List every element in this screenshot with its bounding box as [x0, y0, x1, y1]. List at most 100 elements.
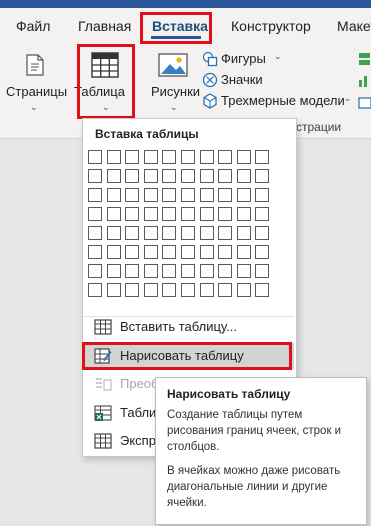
grid-cell[interactable]	[88, 226, 102, 240]
grid-cell[interactable]	[88, 283, 102, 297]
grid-cell[interactable]	[106, 264, 121, 278]
grid-cell[interactable]	[125, 245, 140, 259]
grid-cell[interactable]	[218, 169, 233, 183]
grid-cell[interactable]	[143, 283, 158, 297]
icons-button[interactable]: Значки	[202, 71, 282, 89]
grid-cell[interactable]	[236, 264, 251, 278]
grid-cell[interactable]	[236, 226, 251, 240]
grid-cell[interactable]	[88, 150, 102, 164]
grid-cell[interactable]	[181, 207, 195, 221]
grid-cell[interactable]	[162, 226, 177, 240]
tab-home[interactable]: Главная	[78, 18, 131, 34]
grid-cell[interactable]	[236, 245, 251, 259]
grid-cell[interactable]	[218, 150, 233, 164]
grid-cell[interactable]	[106, 283, 121, 297]
grid-cell[interactable]	[255, 188, 270, 202]
grid-cell[interactable]	[236, 169, 251, 183]
grid-cell[interactable]	[162, 283, 177, 297]
grid-cell[interactable]	[199, 264, 214, 278]
grid-cell[interactable]	[162, 245, 177, 259]
icons-icon	[202, 72, 218, 88]
grid-cell[interactable]	[143, 150, 158, 164]
grid-cell[interactable]	[236, 150, 251, 164]
grid-cell[interactable]	[143, 188, 158, 202]
grid-cell[interactable]	[236, 283, 251, 297]
grid-cell[interactable]	[88, 169, 102, 183]
grid-cell[interactable]	[162, 150, 177, 164]
tooltip-note: В ячейках можно даже рисовать диагональн…	[167, 465, 341, 509]
grid-cell[interactable]	[199, 150, 214, 164]
table-button[interactable]: Таблица ⌄	[74, 46, 134, 118]
grid-cell[interactable]	[125, 169, 140, 183]
pages-button[interactable]: Страницы ⌄	[4, 46, 68, 118]
grid-cell[interactable]	[143, 169, 158, 183]
grid-cell[interactable]	[162, 188, 177, 202]
grid-cell[interactable]	[199, 188, 214, 202]
grid-cell[interactable]	[236, 207, 251, 221]
grid-cell[interactable]	[255, 226, 270, 240]
grid-cell[interactable]	[125, 283, 140, 297]
grid-cell[interactable]	[218, 226, 233, 240]
tab-layout[interactable]: Макет	[337, 18, 371, 34]
3d-models-button[interactable]: Трехмерные модели ⌄	[202, 92, 352, 110]
tab-file[interactable]: Файл	[16, 18, 50, 34]
grid-cell[interactable]	[181, 226, 195, 240]
grid-cell[interactable]	[255, 245, 270, 259]
grid-cell[interactable]	[162, 264, 177, 278]
grid-cell[interactable]	[199, 283, 214, 297]
pages-label: Страницы	[6, 84, 68, 99]
grid-cell[interactable]	[218, 245, 233, 259]
grid-cell[interactable]	[106, 207, 121, 221]
grid-cell[interactable]	[106, 169, 121, 183]
smartart-icon[interactable]	[358, 52, 371, 66]
grid-cell[interactable]	[255, 150, 270, 164]
grid-cell[interactable]	[218, 207, 233, 221]
grid-cell[interactable]	[162, 169, 177, 183]
grid-cell[interactable]	[218, 283, 233, 297]
grid-cell[interactable]	[106, 245, 121, 259]
grid-cell[interactable]	[125, 188, 140, 202]
grid-cell[interactable]	[143, 207, 158, 221]
tab-design[interactable]: Конструктор	[231, 18, 311, 34]
grid-cell[interactable]	[181, 188, 195, 202]
grid-cell[interactable]	[125, 226, 140, 240]
grid-cell[interactable]	[199, 245, 214, 259]
grid-cell[interactable]	[125, 207, 140, 221]
grid-cell[interactable]	[88, 264, 102, 278]
grid-cell[interactable]	[181, 264, 195, 278]
grid-cell[interactable]	[199, 226, 214, 240]
grid-cell[interactable]	[255, 169, 270, 183]
grid-cell[interactable]	[88, 188, 102, 202]
grid-cell[interactable]	[236, 188, 251, 202]
menu-item-draw-table[interactable]: Нарисовать таблицу	[83, 343, 294, 369]
grid-cell[interactable]	[181, 283, 195, 297]
grid-cell[interactable]	[125, 150, 140, 164]
grid-cell[interactable]	[181, 150, 195, 164]
menu-item-label: Табли	[120, 405, 157, 420]
grid-cell[interactable]	[143, 264, 158, 278]
tab-insert[interactable]: Вставка	[152, 18, 208, 34]
grid-cell[interactable]	[88, 245, 102, 259]
grid-cell[interactable]	[218, 188, 233, 202]
menu-item-insert-table[interactable]: Вставить таблицу...	[83, 314, 294, 340]
grid-cell[interactable]	[143, 226, 158, 240]
pictures-button[interactable]: Рисунки ⌄	[146, 46, 202, 118]
grid-cell[interactable]	[162, 207, 177, 221]
grid-cell[interactable]	[88, 207, 102, 221]
grid-cell[interactable]	[181, 245, 195, 259]
grid-cell[interactable]	[106, 226, 121, 240]
screenshot-icon[interactable]	[358, 96, 371, 110]
grid-cell[interactable]	[255, 283, 270, 297]
grid-cell[interactable]	[199, 207, 214, 221]
grid-cell[interactable]	[125, 264, 140, 278]
grid-cell[interactable]	[106, 150, 121, 164]
grid-cell[interactable]	[143, 245, 158, 259]
grid-cell[interactable]	[181, 169, 195, 183]
grid-cell[interactable]	[255, 207, 270, 221]
grid-cell[interactable]	[218, 264, 233, 278]
grid-cell[interactable]	[255, 264, 270, 278]
grid-cell[interactable]	[106, 188, 121, 202]
shapes-button[interactable]: Фигуры ⌄	[202, 50, 292, 68]
chart-icon[interactable]	[358, 74, 371, 88]
grid-cell[interactable]	[199, 169, 214, 183]
